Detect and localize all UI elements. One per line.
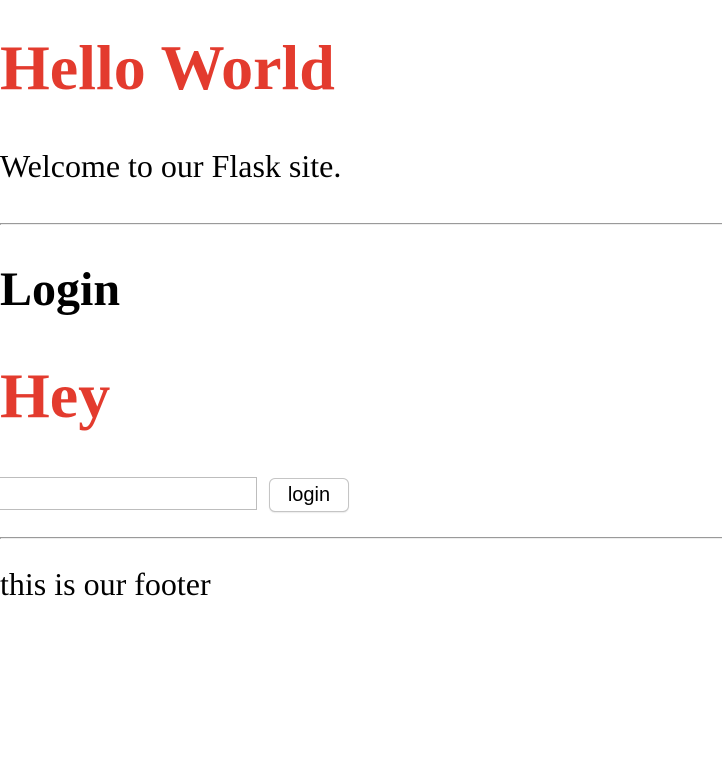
page: { "header": { "title": "Hello World", "w… [0,0,722,778]
username-input[interactable] [0,477,257,510]
footer-text: this is our footer [0,566,211,602]
greeting-heading: Hey [0,360,111,431]
welcome-text: Welcome to our Flask site. [0,148,342,184]
divider-bottom [0,537,722,539]
login-button[interactable]: login [269,478,349,512]
divider-top [0,223,722,225]
login-heading: Login [0,263,121,316]
page-title: Hello World [0,32,335,103]
